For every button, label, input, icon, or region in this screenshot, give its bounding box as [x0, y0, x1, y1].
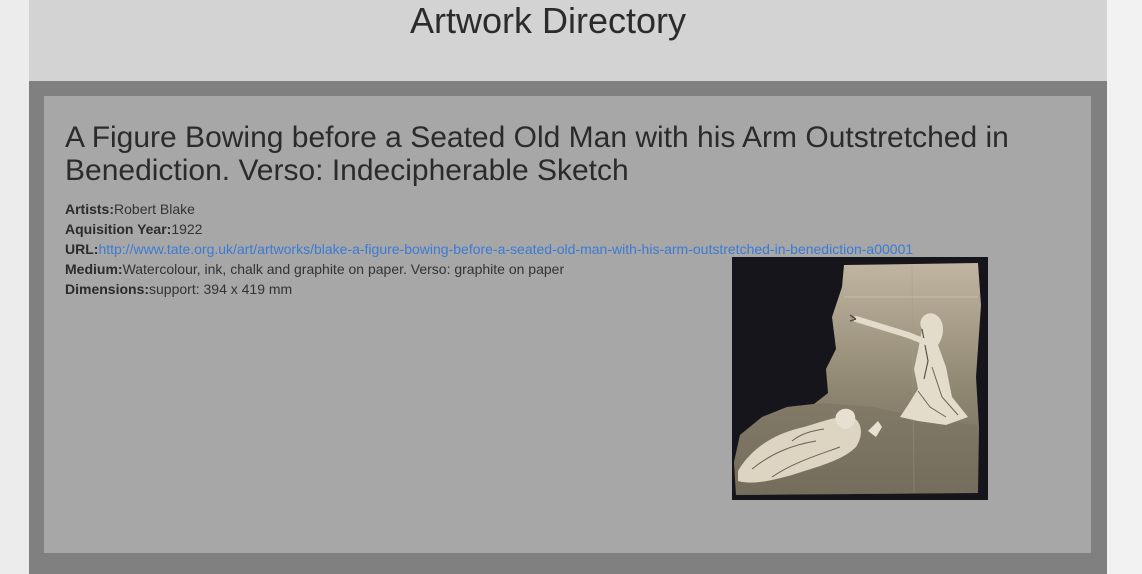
artwork-image [732, 257, 988, 500]
acquisition-year-label: Aquisition Year: [65, 221, 172, 237]
page-container: Artwork Directory A Figure Bowing before… [29, 0, 1107, 574]
acquisition-year-row: Aquisition Year:1922 [65, 219, 1075, 239]
artists-row: Artists:Robert Blake [65, 199, 1075, 219]
artwork-url-link[interactable]: http://www.tate.org.uk/art/artworks/blak… [98, 241, 913, 257]
page-margin [1107, 0, 1142, 574]
acquisition-year-value: 1922 [171, 221, 203, 237]
medium-label: Medium: [65, 261, 123, 277]
artists-label: Artists: [65, 201, 115, 217]
dimensions-value: support: 394 x 419 mm [149, 281, 293, 297]
artists-value: Robert Blake [114, 201, 195, 217]
medium-value: Watercolour, ink, chalk and graphite on … [122, 261, 565, 277]
content-panel: A Figure Bowing before a Seated Old Man … [29, 81, 1107, 574]
page-title: Artwork Directory [409, 0, 687, 41]
url-row: URL:http://www.tate.org.uk/art/artworks/… [65, 239, 1075, 259]
artwork-title: A Figure Bowing before a Seated Old Man … [65, 121, 1009, 187]
artwork-card: A Figure Bowing before a Seated Old Man … [44, 96, 1091, 553]
url-label: URL: [65, 241, 99, 257]
dimensions-label: Dimensions: [65, 281, 150, 297]
